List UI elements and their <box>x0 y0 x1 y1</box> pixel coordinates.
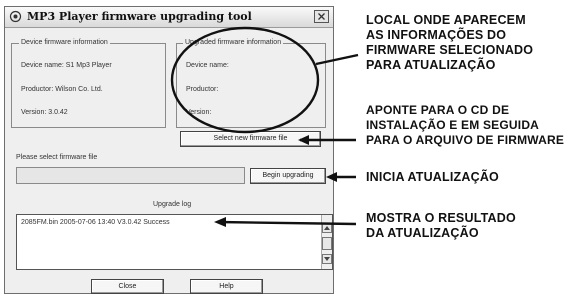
annotation-line: APONTE PARA O CD DE <box>366 103 510 117</box>
annotation-selected-firmware-info: LOCAL ONDE APARECEM AS INFORMAÇÕES DO FI… <box>366 13 533 73</box>
annotation-select-file: APONTE PARA O CD DE INSTALAÇÃO E EM SEGU… <box>366 103 564 148</box>
annotation-line-1 <box>315 53 359 66</box>
annotation-upgrade-result: MOSTRA O RESULTADO DA ATUALIZAÇÃO <box>366 211 516 241</box>
annotation-begin-upgrade: INICIA ATUALIZAÇÃO <box>366 170 499 185</box>
annotation-line: FIRMWARE SELECIONADO <box>366 43 534 57</box>
annotation-line: PARA O ARQUIVO DE FIRMWARE <box>366 133 565 147</box>
annotation-line: DA ATUALIZAÇÃO <box>366 226 479 240</box>
annotation-arrowhead-3 <box>326 172 337 182</box>
annotation-line: MOSTRA O RESULTADO <box>366 211 516 225</box>
annotation-highlight-ellipse <box>170 26 320 134</box>
annotation-line: LOCAL ONDE APARECEM <box>366 13 526 27</box>
annotation-line: INSTALAÇÃO E EM SEGUIDA <box>366 118 540 132</box>
annotation-arrowhead-4 <box>214 217 226 227</box>
annotation-arrowhead-2 <box>298 135 309 145</box>
annotation-line: AS INFORMAÇÕES DO <box>366 28 507 42</box>
annotation-arrow-4 <box>217 220 357 226</box>
annotation-line: PARA ATUALIZAÇÃO <box>366 58 496 72</box>
annotation-line: INICIA ATUALIZAÇÃO <box>366 170 499 184</box>
